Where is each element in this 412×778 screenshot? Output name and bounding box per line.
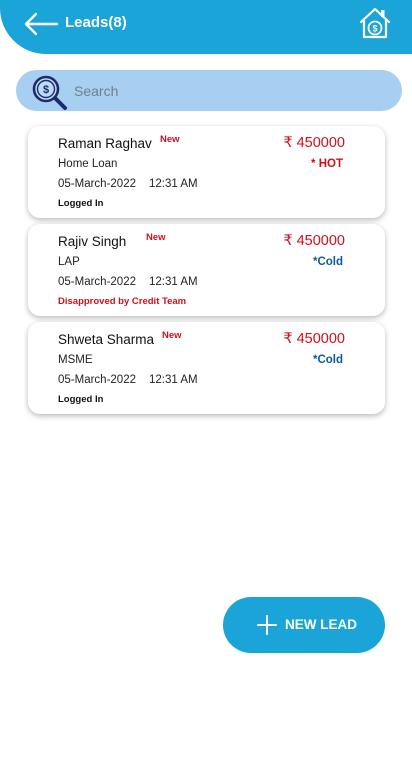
lead-stage: Logged In (58, 394, 104, 405)
lead-amount: ₹ 450000 (283, 233, 345, 249)
lead-status: * HOT (311, 158, 343, 170)
loan-type: MSME (58, 354, 93, 366)
lead-status: *Cold (312, 256, 343, 268)
lead-name: Shweta Sharma (58, 332, 155, 347)
new-lead-button[interactable]: NEW LEAD (223, 597, 385, 653)
plus-icon (257, 615, 277, 635)
lead-amount: ₹ 450000 (283, 331, 345, 347)
lead-card[interactable]: Rajiv Singh New ₹ 450000 LAP *Cold 05-Ma… (28, 224, 385, 316)
lead-status: *Cold (312, 354, 343, 366)
loan-type: LAP (58, 256, 80, 268)
lead-name: Rajiv Singh (58, 234, 127, 249)
lead-card[interactable]: Raman Raghav New ₹ 450000 Home Loan * HO… (28, 126, 385, 218)
lead-time: 12:31 AM (149, 178, 198, 190)
svg-text:$: $ (43, 84, 49, 96)
search-input[interactable] (72, 78, 376, 104)
lead-date: 05-March-2022 (58, 178, 136, 190)
new-badge: New (160, 134, 180, 145)
arrow-left-icon[interactable] (22, 11, 60, 37)
lead-name: Raman Raghav (58, 136, 152, 151)
svg-text:$: $ (372, 24, 377, 34)
lead-amount: ₹ 450000 (283, 135, 345, 151)
lead-date: 05-March-2022 (58, 374, 136, 386)
lead-stage: Logged In (58, 198, 104, 209)
lead-time: 12:31 AM (149, 276, 198, 288)
home-dollar-icon[interactable]: $ (358, 6, 392, 40)
search-bar: $ (16, 70, 402, 111)
lead-stage: Disapproved by Credit Team (58, 296, 187, 307)
lead-time: 12:31 AM (149, 374, 198, 386)
app-header: Leads(8) $ (0, 0, 412, 54)
search-dollar-icon[interactable]: $ (30, 73, 68, 111)
lead-date: 05-March-2022 (58, 276, 136, 288)
new-badge: New (162, 330, 182, 341)
new-lead-label: NEW LEAD (285, 617, 357, 632)
new-badge: New (146, 232, 166, 243)
lead-card[interactable]: Shweta Sharma New ₹ 450000 MSME *Cold 05… (28, 322, 385, 414)
page-title: Leads(8) (65, 14, 127, 31)
loan-type: Home Loan (58, 158, 118, 170)
